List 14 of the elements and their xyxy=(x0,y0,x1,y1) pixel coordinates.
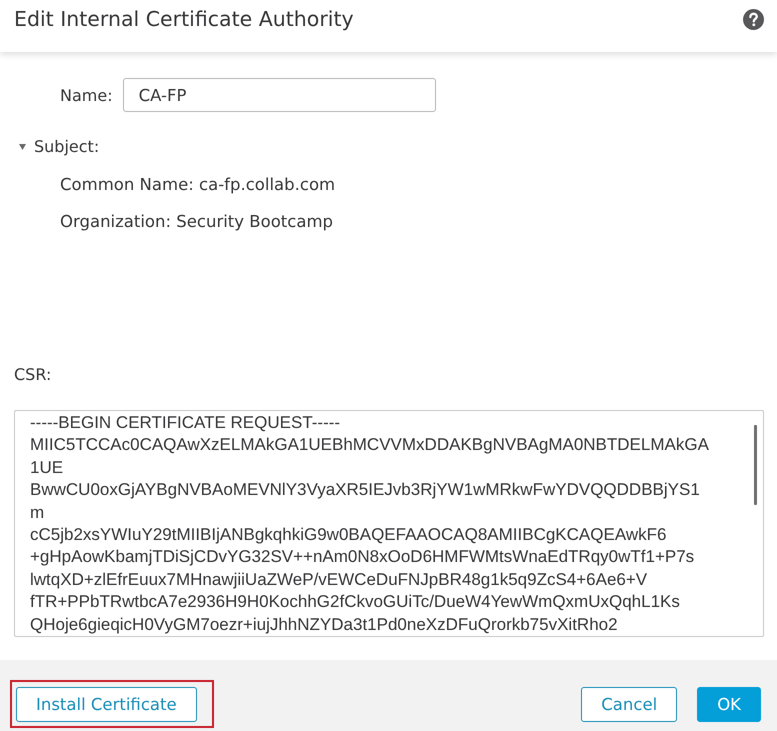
csr-label: CSR: xyxy=(14,365,52,385)
action-button[interactable]: Install Certificate xyxy=(16,687,197,722)
caret-icon[interactable] xyxy=(19,144,26,150)
action-button[interactable]: Cancel xyxy=(581,687,678,722)
csr-text-area[interactable]: -----BEGIN CERTIFICATE REQUEST----- MIIC5TCCAc0CAQAwXzELMAkGA1UEBhMCVVMxDDAKBgNVBAgMA0NBTDELMAkGA 1UE BwwCU0oxGjAYBgNVBAoMEVNlY3VyaXR5IEJvb3RjYW1wMRkwFwYDVQQDDBBjYS1 m cC5jb2xsYWIuY29tMIIBIjANBgkqhkiG9w0BAQEFAAOCAQ8AMIIBCgKCAQEAwkF6 +gHpAowKbamjTDiSjCDvYG32SV++nAm0N8xOoD6HMFWMtsWnaEdTRqy0wTf1+P7s lwtqXD+zlEfrEuux7MHnawjiiUaZWeP/vEWCeDuFNJpBR48g1k5q9ZcS4+6Ae6+V fTR+PPbTRwtbcA7e2936H9H0KochhG2fCkvoGUiTc/DueW4YewWmQxmUxQqhL1Ks QHoje6gieqicH0VyGM7oezr+iujJhhNZYDa3t1Pd0neXzDFuQrorkb75vXitRho2 xyxy=(14,410,764,637)
subject-field-text: Common Name: ca-fp.collab.com xyxy=(60,175,336,195)
name-label: Name: xyxy=(60,86,113,106)
scrollbar-thumb[interactable] xyxy=(754,425,757,505)
name-input-field[interactable]: CA-FP xyxy=(122,78,436,112)
dialog-title: Edit Internal Certificate Authority xyxy=(14,6,354,32)
subject-field-text: Organization: Security Bootcamp xyxy=(60,212,334,232)
subject-label: Subject: xyxy=(34,137,100,157)
help-icon[interactable] xyxy=(743,9,764,30)
ok-button[interactable]: OK xyxy=(697,687,761,722)
